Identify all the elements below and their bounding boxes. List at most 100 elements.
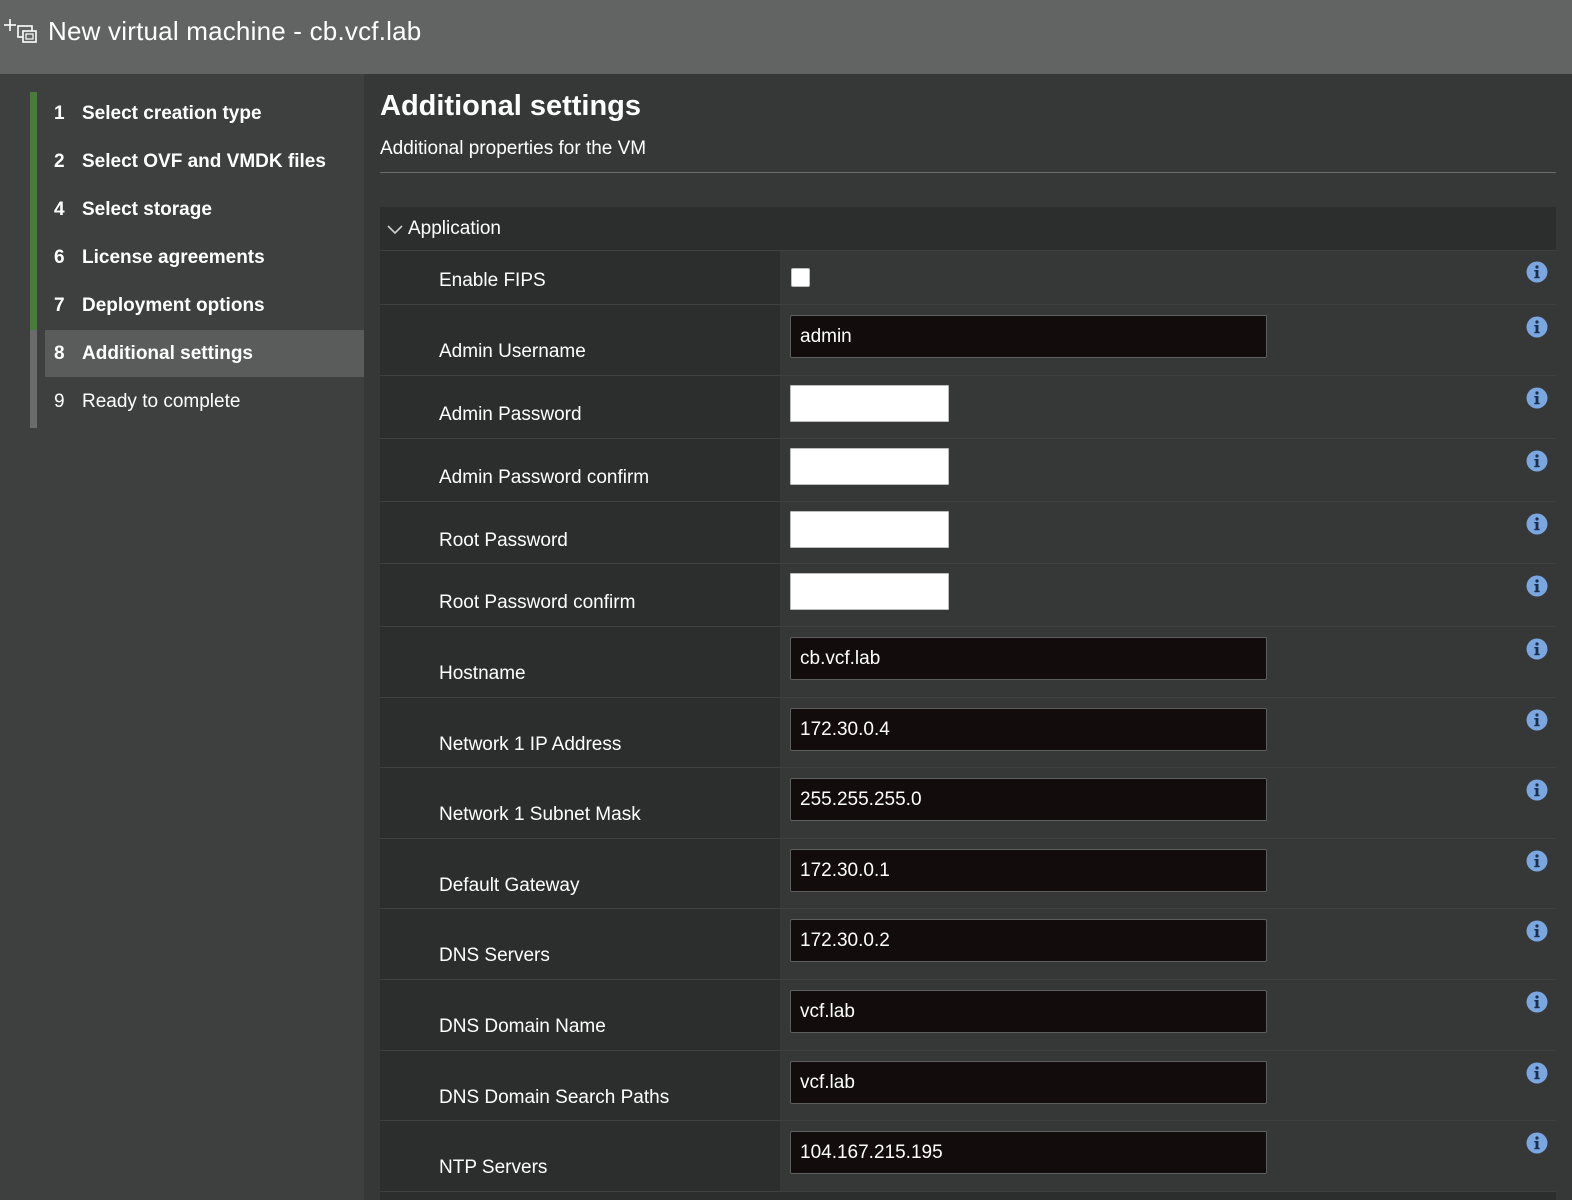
field-label: Root Password — [439, 530, 568, 551]
field-value-cell — [780, 909, 1556, 979]
dns-domain-name-input[interactable] — [790, 990, 1267, 1033]
progress-rail — [30, 92, 37, 428]
field-value-cell — [780, 564, 1556, 626]
main-panel: Additional settings Additional propertie… — [364, 74, 1572, 1200]
field-row-admin-password: Admin Password — [380, 376, 1556, 439]
info-icon[interactable] — [1526, 575, 1548, 597]
info-icon[interactable] — [1526, 991, 1548, 1013]
wizard-step-deployment-options[interactable]: 7 Deployment options — [45, 282, 364, 329]
info-icon[interactable] — [1526, 513, 1548, 535]
field-row-ntp-servers: NTP Servers — [380, 1121, 1556, 1192]
progress-rail-completed — [30, 92, 37, 330]
step-label: Additional settings — [82, 342, 253, 364]
field-row-admin-password-confirm: Admin Password confirm — [380, 439, 1556, 502]
wizard-step-select-storage[interactable]: 4 Select storage — [45, 186, 364, 233]
step-label: Select storage — [82, 198, 212, 220]
window-title: New virtual machine - cb.vcf.lab — [48, 16, 422, 46]
field-value-cell — [780, 439, 1556, 501]
field-row-admin-username: Admin Username — [380, 305, 1556, 376]
wizard-step-license-agreements[interactable]: 6 License agreements — [45, 234, 364, 281]
field-row-dns-search-paths: DNS Domain Search Paths — [380, 1051, 1556, 1121]
field-value-cell — [780, 1051, 1556, 1120]
enable-fips-checkbox[interactable] — [791, 268, 810, 287]
root-password-confirm-input[interactable] — [790, 573, 949, 610]
chevron-down-icon — [387, 225, 403, 235]
default-gateway-input[interactable] — [790, 849, 1267, 892]
field-label: Network 1 Subnet Mask — [439, 804, 641, 825]
field-label: Default Gateway — [439, 875, 580, 896]
field-row-enable-fips: Enable FIPS — [380, 251, 1556, 305]
field-value-cell — [780, 698, 1556, 767]
field-row-root-password-confirm: Root Password confirm — [380, 564, 1556, 627]
step-number: 8 — [54, 342, 65, 364]
field-value-cell — [780, 768, 1556, 838]
field-label: Enable FIPS — [439, 270, 546, 291]
info-icon[interactable] — [1526, 709, 1548, 731]
wizard-step-additional-settings[interactable]: 8 Additional settings — [45, 330, 364, 377]
step-label: Ready to complete — [82, 390, 241, 412]
wizard-step-select-ovf-vmdk[interactable]: 2 Select OVF and VMDK files — [45, 138, 364, 185]
field-value-cell — [780, 1121, 1556, 1191]
field-label: Root Password confirm — [439, 592, 636, 613]
properties-grid: Application Enable FIPS Admin Username a… — [380, 207, 1556, 1200]
info-icon[interactable] — [1526, 450, 1548, 472]
step-number: 2 — [54, 150, 65, 172]
admin-username-input[interactable] — [790, 315, 1267, 358]
info-icon[interactable] — [1526, 638, 1548, 660]
wizard-step-select-creation-type[interactable]: 1 Select creation type — [45, 90, 364, 137]
root-password-input[interactable] — [790, 511, 949, 548]
admin-password-confirm-input[interactable] — [790, 448, 949, 485]
section-toggle[interactable]: Application — [380, 207, 780, 251]
field-label: Admin Password — [439, 404, 582, 425]
field-row-dns-domain-name: DNS Domain Name — [380, 980, 1556, 1051]
field-row-hostname: Hostname — [380, 627, 1556, 698]
step-label: Select creation type — [82, 102, 262, 124]
field-label: Network 1 IP Address — [439, 734, 622, 755]
section-application[interactable]: Application — [380, 207, 1556, 251]
field-value-cell — [780, 251, 1556, 304]
field-label: Hostname — [439, 663, 526, 684]
info-icon[interactable] — [1526, 261, 1548, 283]
step-label: Deployment options — [82, 294, 265, 316]
field-label: DNS Domain Name — [439, 1016, 606, 1037]
hostname-input[interactable] — [790, 637, 1267, 680]
field-label: Admin Username — [439, 341, 586, 362]
field-label: Admin Password confirm — [439, 467, 650, 488]
info-icon[interactable] — [1526, 920, 1548, 942]
subnet-mask-input[interactable] — [790, 778, 1267, 821]
page-subtitle: Additional properties for the VM — [380, 138, 647, 159]
field-value-cell — [780, 627, 1556, 697]
divider — [380, 172, 1556, 173]
info-icon[interactable] — [1526, 779, 1548, 801]
field-value-cell — [780, 305, 1556, 375]
admin-password-input[interactable] — [790, 385, 949, 422]
field-value-cell — [780, 980, 1556, 1050]
progress-rail-remaining — [30, 330, 37, 428]
info-icon[interactable] — [1526, 1132, 1548, 1154]
field-row-default-gateway: Default Gateway — [380, 839, 1556, 909]
dns-search-paths-input[interactable] — [790, 1061, 1267, 1104]
info-icon[interactable] — [1526, 387, 1548, 409]
field-row-subnet-mask: Network 1 Subnet Mask — [380, 768, 1556, 839]
wizard-steps-sidebar: 1 Select creation type 2 Select OVF and … — [0, 74, 364, 1200]
title-bar: New virtual machine - cb.vcf.lab — [0, 0, 1572, 74]
dns-servers-input[interactable] — [790, 919, 1267, 962]
info-icon[interactable] — [1526, 850, 1548, 872]
step-label: License agreements — [82, 246, 265, 268]
field-label: DNS Domain Search Paths — [439, 1087, 670, 1108]
field-value-cell — [780, 502, 1556, 563]
field-row-dns-servers: DNS Servers — [380, 909, 1556, 980]
field-row-network-ip: Network 1 IP Address — [380, 698, 1556, 768]
info-icon[interactable] — [1526, 316, 1548, 338]
page-title: Additional settings — [380, 90, 641, 122]
network-ip-input[interactable] — [790, 708, 1267, 751]
field-label: NTP Servers — [439, 1157, 548, 1178]
add-vm-icon — [4, 19, 37, 43]
step-number: 6 — [54, 246, 65, 268]
wizard-step-ready-to-complete[interactable]: 9 Ready to complete — [45, 378, 364, 425]
step-number: 7 — [54, 294, 65, 316]
step-number: 4 — [54, 198, 65, 220]
ntp-servers-input[interactable] — [790, 1131, 1267, 1174]
field-label: DNS Servers — [439, 945, 550, 966]
info-icon[interactable] — [1526, 1062, 1548, 1084]
